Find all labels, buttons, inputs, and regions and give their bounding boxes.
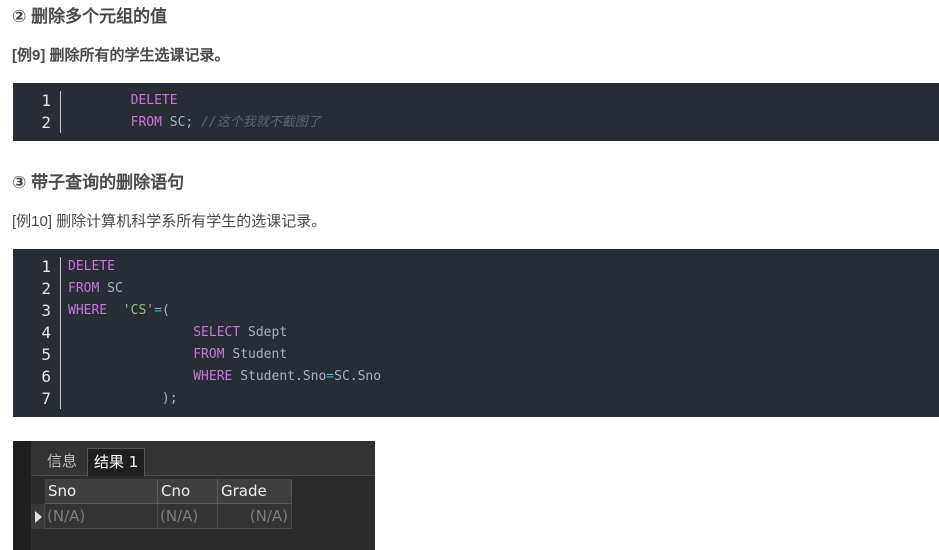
- example-10-text: [例10] 删除计算机科学系所有学生的选课记录。: [12, 213, 327, 230]
- code-line: FROM Student: [193, 347, 288, 362]
- current-row-arrow-icon: [35, 511, 42, 523]
- line-number: 1: [41, 91, 51, 110]
- line-number: 2: [41, 113, 51, 132]
- table-cell[interactable]: (N/A): [218, 504, 292, 529]
- gutter-divider: [60, 257, 61, 409]
- row-indicator[interactable]: [31, 504, 45, 529]
- code-comment: //这个我就不截图了: [201, 115, 321, 130]
- result-grid: Sno Cno Grade (N/A) (N/A) (N/A): [31, 479, 375, 550]
- column-header-sno[interactable]: Sno: [45, 479, 158, 504]
- line-number: 6: [41, 367, 51, 386]
- code-line: DELETE: [130, 93, 178, 108]
- line-number: 5: [41, 345, 51, 364]
- gutter-divider: [60, 91, 61, 133]
- line-number-gutter: 1 2: [13, 83, 61, 141]
- panel-left-bar: [13, 441, 31, 550]
- result-tab-strip: 信息 结果 1: [31, 441, 375, 476]
- line-number: 3: [41, 301, 51, 320]
- code-line: WHERE Student.Sno=SC.Sno: [193, 369, 382, 384]
- line-number-gutter: 1 2 3 4 5 6 7: [13, 249, 61, 417]
- line-number: 1: [41, 257, 51, 276]
- line-number: 4: [41, 323, 51, 342]
- code-line: FROM SC; //这个我就不截图了: [130, 115, 321, 130]
- code-block-example-10: 1 2 3 4 5 6 7 DELETE FROM SC WHERE 'CS'=…: [13, 249, 939, 417]
- section-heading-delete-subquery: ③ 带子查询的删除语句: [12, 173, 185, 192]
- code-block-example-9: 1 2 DELETE FROM SC; //这个我就不截图了: [13, 83, 939, 141]
- tab-info[interactable]: 信息: [41, 448, 83, 475]
- line-number: 7: [41, 389, 51, 408]
- query-result-panel: 信息 结果 1 Sno Cno Grade (N/A) (N/A) (N/A): [13, 441, 375, 550]
- table-cell[interactable]: (N/A): [158, 504, 218, 529]
- column-header-cno[interactable]: Cno: [158, 479, 218, 504]
- code-line: FROM SC: [68, 281, 123, 296]
- tab-result-1[interactable]: 结果 1: [87, 448, 146, 476]
- code-line: DELETE: [68, 259, 115, 274]
- section-heading-delete-multiple: ② 删除多个元组的值: [12, 7, 168, 26]
- column-header-grade[interactable]: Grade: [218, 479, 292, 504]
- table-cell[interactable]: (N/A): [45, 504, 158, 529]
- line-number: 2: [41, 279, 51, 298]
- code-line: SELECT Sdept: [193, 325, 288, 340]
- code-line: WHERE 'CS'=(: [68, 303, 170, 318]
- code-line: );: [161, 391, 178, 406]
- example-9-text: [例9] 删除所有的学生选课记录。: [12, 47, 230, 64]
